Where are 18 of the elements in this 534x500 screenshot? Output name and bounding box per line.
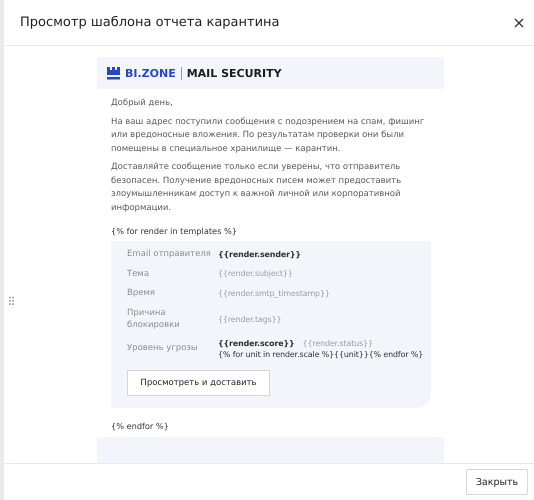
- brand-name: BI.ZONE: [125, 66, 176, 80]
- greeting: Добрый день,: [111, 97, 174, 110]
- paragraph: Доставляйте сообщение только если уверены, что отправитель безопасен. Получение вредоносных писем может предоставить злоумышленникам доступ к важной личной или корпоративной информации.: [111, 161, 402, 214]
- field-label: Время: [127, 287, 156, 300]
- field-label: Email отправителя: [127, 248, 212, 260]
- template-code: {% endfor %}: [111, 420, 170, 430]
- field-label: Причина блокировки: [127, 306, 181, 332]
- paragraph: На ваш адрес поступили сообщения с подозрением на спам, фишинг или вредоносные вложения. По результатам проверки они были помещены в специальное хранилище — карантин.: [111, 116, 426, 156]
- product-name: MAIL SECURITY: [186, 66, 282, 80]
- drag-handle-icon[interactable]: [9, 296, 14, 306]
- view-and-deliver-button[interactable]: Просмотреть и доставить: [127, 370, 270, 396]
- dialog-title: Просмотр шаблона отчета карантина: [20, 15, 280, 30]
- logo-icon: [107, 66, 120, 80]
- field-label: Уровень угрозы: [127, 342, 199, 355]
- close-icon: [514, 18, 524, 28]
- close-dialog-button[interactable]: Закрыть: [466, 469, 528, 495]
- template-code: {% for render in templates %}: [111, 226, 238, 236]
- field-label: Тема: [127, 268, 150, 280]
